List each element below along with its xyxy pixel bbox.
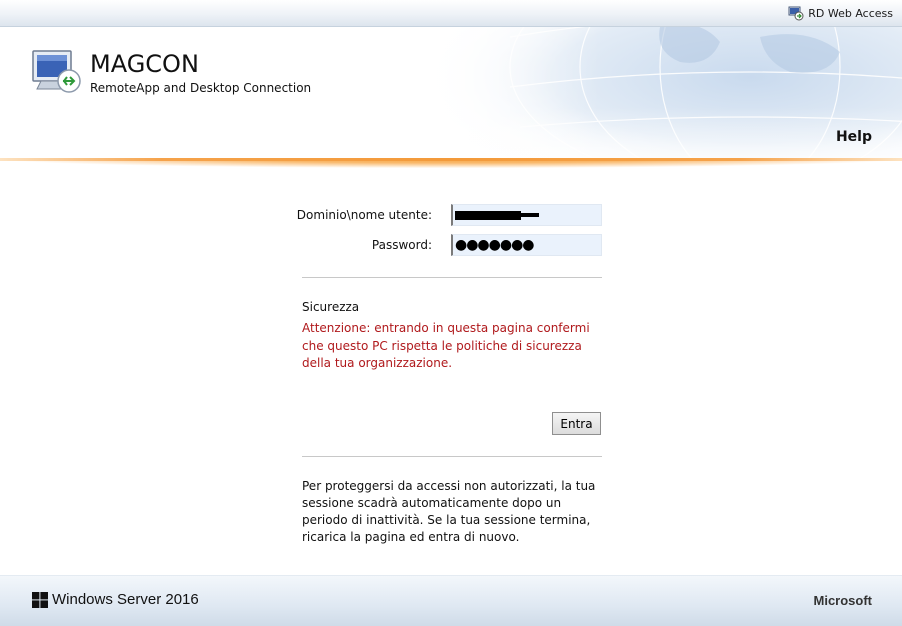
divider [302, 277, 602, 278]
security-title: Sicurezza [302, 300, 360, 314]
top-bar: RD Web Access [0, 0, 902, 27]
divider [302, 456, 602, 457]
remoteapp-computer-icon [31, 47, 83, 95]
page-title: MAGCON [90, 50, 199, 78]
globe-background [420, 27, 902, 159]
windows-logo-icon [32, 592, 48, 608]
password-field[interactable]: ●●●●●●● [451, 234, 602, 256]
sign-in-button[interactable]: Entra [552, 412, 601, 435]
page-subtitle: RemoteApp and Desktop Connection [90, 81, 312, 95]
password-label: Password: [371, 238, 432, 252]
password-mask: ●●●●●●● [455, 237, 535, 253]
username-field[interactable] [451, 204, 602, 226]
rd-web-access-label: RD Web Access [808, 7, 893, 20]
redacted-username [519, 213, 539, 217]
rd-web-access-icon [788, 6, 804, 21]
rd-web-access-link[interactable]: RD Web Access [788, 6, 893, 21]
orange-divider [0, 158, 902, 161]
security-warning: Attenzione: entrando in questa pagina co… [302, 321, 590, 370]
page-header: MAGCON RemoteApp and Desktop Connection … [0, 27, 902, 159]
page-footer: Windows Server 2016 Microsoft [0, 575, 902, 626]
help-link[interactable]: Help [836, 129, 872, 145]
session-timeout-note: Per proteggersi da accessi non autorizza… [302, 479, 596, 544]
redacted-username [455, 211, 521, 220]
microsoft-logo: Microsoft [813, 593, 873, 608]
username-label: Dominio\nome utente: [296, 208, 432, 222]
windows-server-label: Windows Server 2016 [52, 591, 199, 608]
